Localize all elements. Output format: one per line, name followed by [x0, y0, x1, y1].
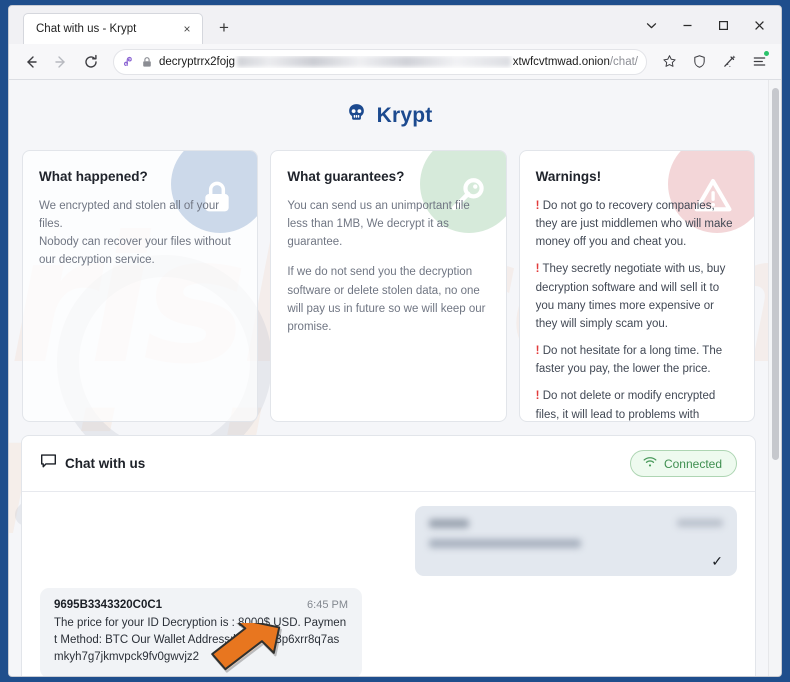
- redacted-timestamp: [677, 519, 723, 527]
- reload-icon[interactable]: [77, 48, 105, 76]
- page-content: risk.com risk.com Krypt: [9, 80, 768, 676]
- warning-bullet-marker: !: [535, 263, 540, 276]
- forward-icon[interactable]: [47, 48, 75, 76]
- page-scrollbar-thumb[interactable]: [772, 88, 779, 460]
- card-body: You can send us an unimportant file less…: [287, 197, 489, 336]
- tab-title: Chat with us - Krypt: [36, 23, 137, 35]
- chat-bubble-icon: [40, 453, 57, 475]
- wifi-icon: [643, 456, 657, 471]
- url-redacted-region: [237, 56, 511, 67]
- page-viewport: risk.com risk.com Krypt: [9, 80, 781, 676]
- lock-icon: [141, 56, 153, 68]
- address-bar[interactable]: decryptrrx2fojg xtwfcvtmwad.onion /chat/: [113, 48, 647, 75]
- chat-message-sender: 9695B3343320C0C1: [54, 599, 163, 611]
- card-what-happened: What happened? We encrypted and stolen a…: [22, 150, 259, 422]
- chat-message-text: The price for your ID Decryption is : 80…: [54, 617, 347, 664]
- warning-item: ! Do not delete or modify encrypted file…: [535, 387, 738, 421]
- warning-bullet-marker: !: [535, 200, 540, 212]
- chat-message-incoming: 9695B3343320C0C1 6:45 PM The price for y…: [40, 588, 362, 676]
- card-paragraph: If we do not send you the decryption sof…: [287, 266, 486, 333]
- menu-icon[interactable]: [745, 48, 773, 76]
- new-tab-button[interactable]: +: [211, 15, 237, 41]
- warning-text: Do not hesitate for a long time. The fas…: [535, 345, 723, 376]
- menu-update-dot: [764, 50, 769, 56]
- bookmark-star-icon[interactable]: [655, 48, 683, 76]
- toolbar-actions: [655, 48, 773, 76]
- warning-text: Do not delete or modify encrypted files,…: [535, 390, 716, 421]
- chat-title: Chat with us: [65, 456, 146, 471]
- brand-name: Krypt: [376, 104, 433, 127]
- minimize-icon[interactable]: [669, 11, 705, 39]
- back-icon[interactable]: [17, 48, 45, 76]
- card-paragraph: You can send us an unimportant file less…: [287, 200, 470, 249]
- chat-message-outgoing: ✓: [415, 506, 737, 576]
- connection-status-label: Connected: [663, 456, 722, 471]
- maximize-icon[interactable]: [705, 11, 741, 39]
- browser-tab[interactable]: Chat with us - Krypt ×: [23, 13, 203, 44]
- chat-message-list: ✓ 9695B3343320C0C1 6:45 PM The price for…: [22, 492, 755, 676]
- wand-icon[interactable]: [715, 48, 743, 76]
- warning-item: ! They secretly negotiate with us, buy d…: [536, 260, 738, 333]
- warning-item: ! Do not go to recovery companies, they …: [536, 197, 738, 251]
- info-cards: What happened? We encrypted and stolen a…: [21, 150, 756, 422]
- url-path: /chat/: [609, 55, 638, 68]
- warning-text: They secretly negotiate with us, buy dec…: [535, 263, 726, 330]
- card-warnings: Warnings! ! Do not go to recovery compan…: [518, 150, 755, 422]
- read-receipt-check-icon: ✓: [711, 553, 723, 569]
- card-title: What guarantees?: [287, 169, 405, 184]
- chat-message-timestamp: 6:45 PM: [307, 599, 348, 611]
- warning-bullet-marker: !: [535, 390, 540, 403]
- chat-title-group: Chat with us: [40, 453, 145, 475]
- warning-text: Do not go to recovery companies, they ar…: [535, 200, 733, 249]
- window-controls: [633, 11, 777, 39]
- navigation-toolbar: decryptrrx2fojg xtwfcvtmwad.onion /chat/: [9, 44, 781, 80]
- chat-panel: Chat with us Connected ✓ 9695B3343320C0C…: [21, 435, 756, 676]
- page-scrollbar[interactable]: [768, 80, 781, 676]
- tab-list-chevron-down-icon[interactable]: [633, 11, 669, 39]
- tor-onion-icon: [122, 55, 135, 68]
- card-title: Warnings!: [535, 169, 602, 184]
- redacted-message-text: [429, 539, 581, 548]
- address-bar-text: decryptrrx2fojg xtwfcvtmwad.onion /chat/: [159, 56, 638, 68]
- card-what-guarantees: What guarantees? You can send us an unim…: [270, 150, 507, 422]
- shield-icon[interactable]: [685, 48, 713, 76]
- chat-header: Chat with us Connected: [22, 436, 755, 492]
- card-title: What happened?: [39, 169, 148, 184]
- skull-icon: [345, 102, 368, 130]
- url-host: xtwfcvtmwad.onion: [512, 55, 610, 68]
- close-icon[interactable]: ×: [178, 20, 196, 38]
- chat-message-header: 9695B3343320C0C1 6:45 PM: [54, 599, 348, 611]
- url-prefix: decryptrrx2fojg: [159, 55, 236, 68]
- card-body: ! Do not go to recovery companies, they …: [535, 197, 738, 421]
- card-body: We encrypted and stolen all of your file…: [39, 197, 241, 270]
- redacted-sender: [429, 519, 469, 528]
- card-paragraph: We encrypted and stolen all of your file…: [39, 200, 231, 267]
- connection-status-badge[interactable]: Connected: [629, 450, 737, 477]
- warning-bullet-marker: !: [535, 345, 540, 358]
- browser-window: Chat with us - Krypt × + decryptrrx2fojg…: [8, 5, 782, 677]
- warning-item: ! Do not hesitate for a long time. The f…: [536, 342, 738, 378]
- window-close-icon[interactable]: [741, 11, 777, 39]
- tab-strip: Chat with us - Krypt × +: [9, 6, 781, 44]
- site-brand: Krypt: [21, 80, 756, 150]
